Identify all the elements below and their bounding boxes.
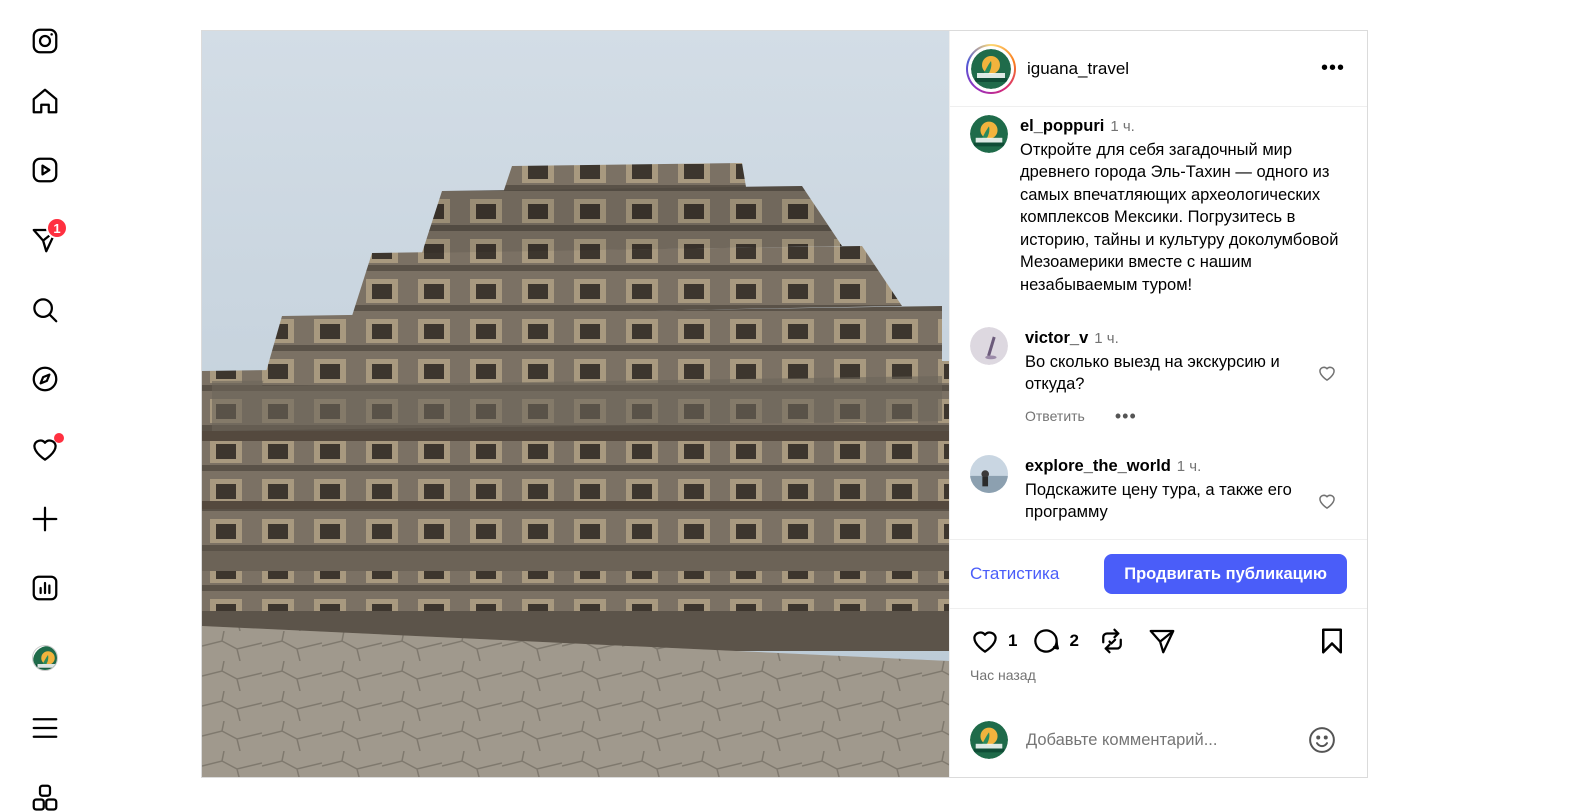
caption-username[interactable]: el_poppuri xyxy=(1020,117,1104,135)
post-card: iguana_travel ••• el_poppuri 1 ч. Откройт… xyxy=(201,30,1368,778)
comment-time: 1 ч. xyxy=(1176,458,1202,475)
comment-username[interactable]: victor_v xyxy=(1025,329,1088,347)
commenter-avatar[interactable] xyxy=(970,455,1008,493)
statistics-link[interactable]: Статистика xyxy=(970,564,1059,584)
create-icon[interactable] xyxy=(24,498,66,540)
reply-link[interactable]: Ответить xyxy=(1025,405,1085,428)
threads-icon[interactable] xyxy=(24,776,66,811)
comment-item: explore_the_world 1 ч. Подскажите цену ту… xyxy=(970,455,1347,524)
add-comment-input[interactable] xyxy=(1026,730,1307,750)
send-icon xyxy=(1149,629,1175,654)
post-photo-pyramid[interactable] xyxy=(202,31,949,777)
dashboard-icon[interactable] xyxy=(24,567,66,609)
emoji-icon[interactable] xyxy=(1307,725,1337,755)
comment-actions: Ответить ••• xyxy=(1025,405,1305,428)
profile-avatar[interactable] xyxy=(24,637,66,679)
comments-list[interactable]: el_poppuri 1 ч. Откройте для себя загадоч… xyxy=(950,107,1367,539)
repost-icon xyxy=(1102,628,1122,654)
comment-like-icon[interactable] xyxy=(1317,363,1337,383)
instagram-logo-icon[interactable] xyxy=(24,20,66,62)
posted-time: Час назад xyxy=(970,667,1036,683)
iguana-travel-logo xyxy=(971,48,1011,89)
messages-badge: 1 xyxy=(46,217,68,239)
comments-count[interactable]: 2 xyxy=(1069,631,1078,651)
post-actions-bar: 1 2 xyxy=(970,623,1347,659)
caption-author-avatar[interactable] xyxy=(970,115,1008,153)
comment-text: Во сколько выезд на экскурсию и откуда? xyxy=(1025,352,1280,394)
caption-time: 1 ч. xyxy=(1110,118,1135,135)
explore-icon[interactable] xyxy=(24,358,66,400)
post-header: iguana_travel ••• xyxy=(950,31,1367,107)
direct-messages-icon[interactable]: 1 xyxy=(24,217,68,261)
post-side-panel: iguana_travel ••• el_poppuri 1 ч. Откройт… xyxy=(949,31,1367,777)
comment-like-icon[interactable] xyxy=(1317,491,1337,511)
comment-body: explore_the_world 1 ч. Подскажите цену ту… xyxy=(1025,455,1305,524)
comment-body: victor_v 1 ч. Во сколько выезд на экскурс… xyxy=(1025,327,1305,427)
notification-dot xyxy=(54,433,64,443)
comment-username[interactable]: explore_the_world xyxy=(1025,457,1171,475)
comment-item: victor_v 1 ч. Во сколько выезд на экскурс… xyxy=(970,327,1347,427)
bookmark-icon xyxy=(1322,628,1342,654)
comment-text: Подскажите цену тура, а также его програ… xyxy=(1025,480,1292,522)
share-button[interactable] xyxy=(1147,626,1177,656)
search-icon[interactable] xyxy=(24,289,66,331)
comment-button[interactable]: 2 xyxy=(1031,626,1092,656)
like-button[interactable]: 1 xyxy=(970,626,1031,656)
current-user-avatar xyxy=(970,721,1008,759)
post-author-username[interactable]: iguana_travel xyxy=(1027,59,1129,79)
comment-bubble-icon xyxy=(1034,629,1060,653)
left-nav-rail: 1 xyxy=(0,0,90,811)
caption-body: el_poppuri 1 ч. Откройте для себя загадоч… xyxy=(1020,115,1340,296)
caption-comment: el_poppuri 1 ч. Откройте для себя загадоч… xyxy=(970,115,1347,296)
notifications-heart-icon[interactable] xyxy=(24,428,66,470)
caption-text: Откройте для себя загадочный мир древнег… xyxy=(1020,140,1339,294)
menu-icon[interactable] xyxy=(24,707,66,749)
boost-post-button[interactable]: Продвигать публикацию xyxy=(1104,554,1347,594)
repost-button[interactable] xyxy=(1097,626,1127,656)
likes-count[interactable]: 1 xyxy=(1008,631,1017,651)
add-comment-bar xyxy=(950,703,1367,777)
promotion-bar: Статистика Продвигать публикацию xyxy=(950,539,1367,609)
reels-icon[interactable] xyxy=(24,149,66,191)
save-button[interactable] xyxy=(1317,626,1347,656)
home-icon[interactable] xyxy=(24,80,66,122)
comment-more-icon[interactable]: ••• xyxy=(1115,405,1137,428)
commenter-avatar[interactable] xyxy=(970,327,1008,365)
heart-icon xyxy=(973,631,997,653)
post-options-more-icon[interactable]: ••• xyxy=(1321,57,1345,80)
author-avatar-story-ring[interactable] xyxy=(966,43,1016,94)
comment-time: 1 ч. xyxy=(1094,330,1119,347)
